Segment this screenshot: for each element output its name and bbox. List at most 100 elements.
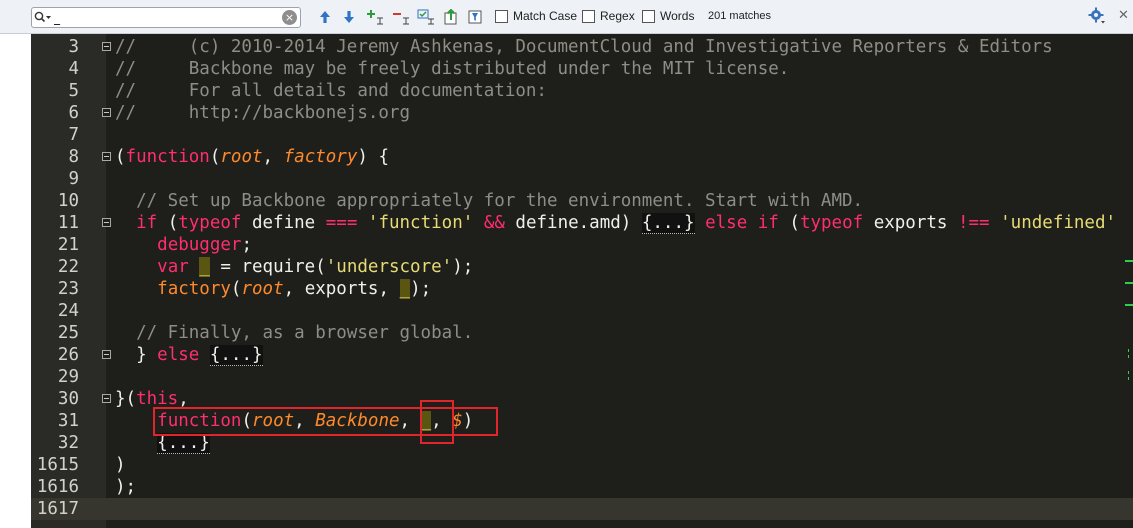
code-text: } else {...} bbox=[115, 344, 263, 366]
code-line[interactable]: 22 var _ = require('underscore'); bbox=[31, 256, 1133, 278]
parameter-token: root bbox=[241, 279, 284, 299]
line-number: 21 bbox=[57, 235, 79, 255]
plain-token: , bbox=[262, 147, 284, 167]
fold-toggle-icon[interactable] bbox=[102, 394, 111, 403]
string-token: 'function' bbox=[367, 213, 474, 233]
code-line[interactable]: 1617 bbox=[31, 498, 1133, 520]
comment-token: // (c) 2010-2014 Jeremy Ashkenas, Docume… bbox=[115, 37, 1053, 57]
code-line[interactable]: 30}(this, bbox=[31, 388, 1133, 410]
code-line[interactable]: 26 } else {...} bbox=[31, 344, 1133, 366]
search-match-highlight: _ bbox=[399, 279, 411, 299]
code-line[interactable]: 10 // Set up Backbone appropriately for … bbox=[31, 190, 1133, 212]
next-match-icon[interactable] bbox=[340, 8, 358, 26]
string-token: 'underscore' bbox=[325, 257, 453, 277]
clear-icon[interactable]: × bbox=[282, 10, 297, 25]
search-match-highlight: _ bbox=[199, 257, 210, 277]
code-text: debugger; bbox=[115, 234, 252, 256]
match-case-checkbox[interactable] bbox=[495, 9, 508, 23]
plain-token: ); bbox=[452, 257, 474, 277]
search-field[interactable]: × bbox=[31, 7, 301, 28]
plain-token: = require( bbox=[209, 257, 326, 277]
code-text: // Set up Backbone appropriately for the… bbox=[115, 190, 863, 212]
line-number: 3 bbox=[68, 37, 79, 57]
words-option[interactable]: Words bbox=[642, 9, 694, 23]
code-line[interactable]: 9 bbox=[31, 168, 1133, 190]
plain-token: ); bbox=[410, 279, 432, 299]
keyword-token: function bbox=[125, 147, 210, 167]
operator-token: && bbox=[483, 213, 505, 233]
line-number: 9 bbox=[68, 169, 79, 189]
folded-region[interactable]: {...} bbox=[157, 433, 210, 454]
code-line[interactable]: 32 {...} bbox=[31, 432, 1133, 454]
code-text: {...} bbox=[115, 432, 210, 454]
plain-token: ); bbox=[115, 477, 137, 497]
code-line[interactable]: 5 // For all details and documentation: bbox=[31, 80, 1133, 102]
change-marker bbox=[1125, 282, 1133, 284]
code-editor[interactable]: 3 // (c) 2010-2014 Jeremy Ashkenas, Docum… bbox=[31, 34, 1133, 528]
comment-token: // Backbone may be freely distributed un… bbox=[115, 59, 790, 79]
keyword-token: var bbox=[157, 257, 189, 277]
select-all-occurrences-icon[interactable] bbox=[417, 8, 435, 26]
export-icon[interactable] bbox=[442, 8, 460, 26]
regex-option[interactable]: Regex bbox=[582, 9, 635, 23]
remove-occurrence-icon[interactable] bbox=[392, 8, 410, 26]
parameter-token: Backbone bbox=[315, 411, 400, 431]
code-line[interactable]: 31 function(root, Backbone, _, $) bbox=[31, 410, 1133, 432]
line-number: 22 bbox=[57, 257, 79, 277]
plain-token: , bbox=[178, 389, 189, 409]
code-line[interactable]: 1616); bbox=[31, 476, 1133, 498]
fold-toggle-icon[interactable] bbox=[102, 152, 111, 161]
add-occurrence-icon[interactable] bbox=[366, 8, 384, 26]
close-icon[interactable]: ✕ bbox=[1118, 8, 1129, 23]
line-number: 6 bbox=[68, 103, 79, 123]
function-name-token: factory bbox=[157, 279, 231, 299]
folded-region[interactable]: {...} bbox=[209, 345, 263, 366]
code-text: factory(root, exports, _); bbox=[115, 278, 431, 300]
change-marker bbox=[1125, 304, 1133, 306]
match-case-option[interactable]: Match Case bbox=[495, 9, 577, 23]
code-line[interactable]: 24 bbox=[31, 300, 1133, 322]
line-number: 11 bbox=[57, 213, 79, 233]
left-margin bbox=[0, 34, 31, 528]
regex-checkbox[interactable] bbox=[582, 9, 595, 23]
comment-token: // For all details and documentation: bbox=[115, 81, 547, 101]
folded-region[interactable]: {...} bbox=[641, 213, 695, 234]
filter-icon[interactable] bbox=[466, 8, 484, 26]
keyword-token: debugger bbox=[157, 235, 242, 255]
fold-toggle-icon[interactable] bbox=[102, 42, 111, 51]
code-line[interactable]: 1615) bbox=[31, 454, 1133, 476]
line-number: 10 bbox=[57, 191, 79, 211]
code-line[interactable]: 11 if (typeof define === 'function' && d… bbox=[31, 212, 1133, 234]
words-checkbox[interactable] bbox=[642, 9, 655, 23]
plain-token: ) { bbox=[357, 147, 389, 167]
code-line[interactable]: 21 debugger; bbox=[31, 234, 1133, 256]
code-line[interactable]: 7 bbox=[31, 124, 1133, 146]
code-line[interactable]: 29 bbox=[31, 366, 1133, 388]
search-match-highlight: _ bbox=[420, 411, 432, 431]
plain-token: ( bbox=[115, 147, 126, 167]
line-number: 5 bbox=[68, 81, 79, 101]
fold-toggle-icon[interactable] bbox=[102, 350, 111, 359]
code-line[interactable]: 6 // http://backbonejs.org bbox=[31, 102, 1133, 124]
code-line[interactable]: 3 // (c) 2010-2014 Jeremy Ashkenas, Docum… bbox=[31, 36, 1133, 58]
code-text: // For all details and documentation: bbox=[115, 80, 547, 102]
operator-token: === bbox=[325, 213, 358, 233]
line-number: 26 bbox=[57, 345, 79, 365]
fold-toggle-icon[interactable] bbox=[102, 108, 111, 117]
comment-token: // Set up Backbone appropriately for the… bbox=[136, 191, 864, 211]
code-line[interactable]: 25 // Finally, as a browser global. bbox=[31, 322, 1133, 344]
gear-icon[interactable] bbox=[1088, 7, 1106, 28]
keyword-token: if bbox=[136, 213, 158, 233]
line-number: 29 bbox=[57, 367, 79, 387]
search-input[interactable] bbox=[54, 9, 282, 26]
fold-toggle-icon[interactable] bbox=[102, 218, 111, 227]
plain-token: , bbox=[399, 411, 421, 431]
code-line[interactable]: 8 (function(root, factory) { bbox=[31, 146, 1133, 168]
code-line[interactable]: 23 factory(root, exports, _); bbox=[31, 278, 1133, 300]
previous-match-icon[interactable] bbox=[316, 8, 334, 26]
code-line[interactable]: 4 // Backbone may be freely distributed u… bbox=[31, 58, 1133, 80]
search-icon[interactable] bbox=[32, 8, 54, 27]
